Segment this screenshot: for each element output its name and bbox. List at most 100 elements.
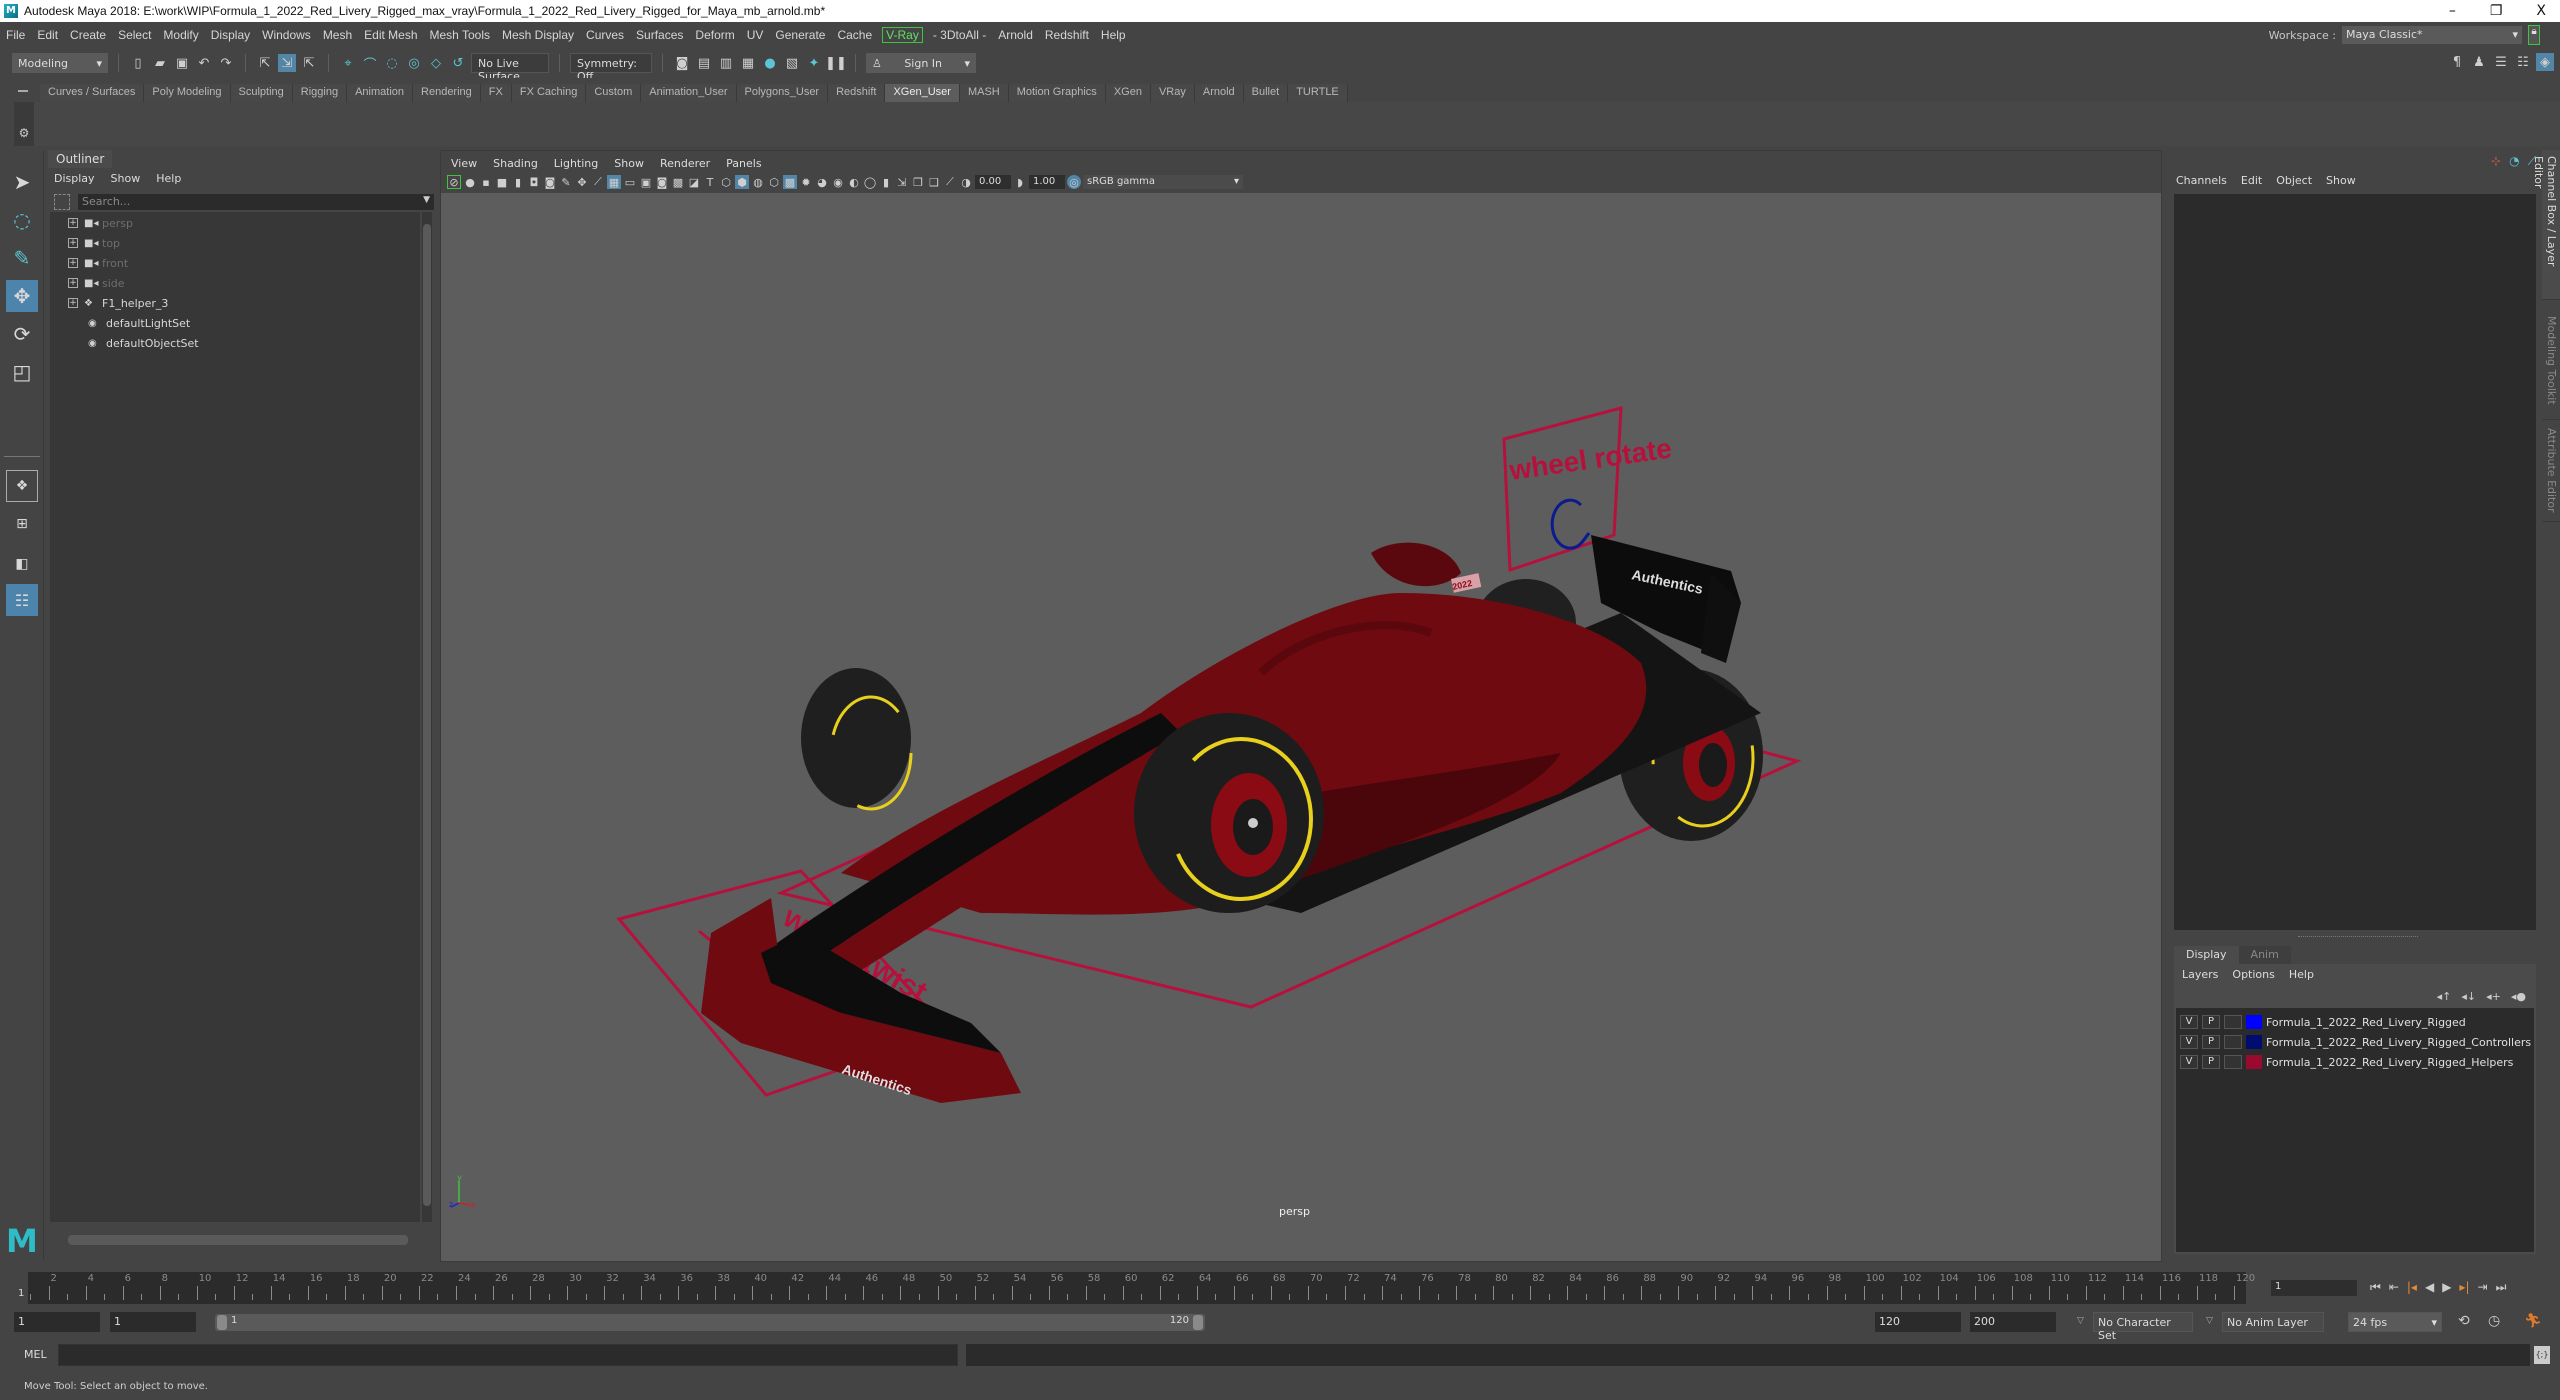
symmetry-field[interactable]: Symmetry: Off xyxy=(570,53,652,83)
select-hierarchy-icon[interactable]: ⇱ xyxy=(256,54,274,72)
pause-viewport-icon[interactable]: ❚❚ xyxy=(825,54,847,72)
bookmarks-icon[interactable]: ▪ xyxy=(479,175,493,189)
layer-playback-toggle[interactable]: P xyxy=(2202,1015,2220,1029)
exposure-icon[interactable]: ◑ xyxy=(959,175,973,189)
layer-color-swatch[interactable] xyxy=(2246,1015,2262,1029)
animation-start-field[interactable]: 1 xyxy=(14,1312,100,1332)
tab-display[interactable]: Display xyxy=(2174,946,2239,964)
workspace-dropdown[interactable]: Maya Classic* ▾ xyxy=(2342,26,2522,44)
viewport-menu-view[interactable]: View xyxy=(451,157,477,170)
menu-create[interactable]: Create xyxy=(64,28,112,42)
render-setup-icon[interactable]: ▧ xyxy=(783,54,801,72)
outliner-item[interactable]: ◉ defaultLightSet xyxy=(88,314,190,332)
shelf-tab-animation[interactable]: Animation xyxy=(347,84,414,102)
render-settings-icon[interactable]: ▦ xyxy=(739,54,757,72)
move-tool-icon[interactable]: ✥ xyxy=(6,280,38,312)
scrollbar-thumb[interactable] xyxy=(423,224,431,1206)
camera-attributes-icon[interactable]: ● xyxy=(463,175,477,189)
snap-together-icon[interactable]: ↺ xyxy=(449,54,467,72)
color-management-icon[interactable]: ◎ xyxy=(1067,175,1081,189)
animation-preferences-icon[interactable]: 🏃︎ xyxy=(2524,1313,2542,1329)
channel-box-menu-channels[interactable]: Channels xyxy=(2176,174,2227,187)
layer-display-type-toggle[interactable] xyxy=(2224,1055,2242,1069)
layer-menu-options[interactable]: Options xyxy=(2232,968,2274,981)
expand-icon[interactable]: + xyxy=(68,238,78,248)
snap-curve-icon[interactable]: ⌒ xyxy=(361,54,379,73)
expand-icon[interactable]: + xyxy=(68,298,78,308)
lock-icon[interactable]: 🔒︎ xyxy=(2528,25,2540,45)
paint-select-tool-icon[interactable]: ✎ xyxy=(6,242,38,274)
anti-aliasing-icon[interactable]: ◯ xyxy=(863,175,877,189)
speed-icon[interactable]: ◔ xyxy=(2509,154,2519,169)
outliner-horizontal-scrollbar[interactable] xyxy=(54,1234,422,1246)
outliner-menu-help[interactable]: Help xyxy=(156,172,181,185)
viewport-menu-panels[interactable]: Panels xyxy=(726,157,761,170)
shelf-tab-mash[interactable]: MASH xyxy=(959,84,1009,102)
menu-surfaces[interactable]: Surfaces xyxy=(630,28,689,42)
menu-mesh-display[interactable]: Mesh Display xyxy=(496,28,580,42)
grease-pencil-icon[interactable]: ✎ xyxy=(559,175,573,189)
select-tool-icon[interactable]: ➤ xyxy=(6,166,38,198)
select-camera-icon[interactable]: ⊘ xyxy=(447,175,461,189)
shadows-icon[interactable]: ◕ xyxy=(815,175,829,189)
attribute-editor-icon[interactable]: ☰ xyxy=(2492,53,2510,71)
step-forward-key-icon[interactable]: ▸| xyxy=(2459,1280,2469,1295)
snap-live-icon[interactable]: ◇ xyxy=(427,54,445,72)
shelf-tab-vray[interactable]: VRay xyxy=(1150,84,1195,102)
step-forward-frame-icon[interactable]: ⇥ xyxy=(2478,1280,2488,1295)
layer-visibility-toggle[interactable]: V xyxy=(2180,1055,2198,1069)
save-scene-icon[interactable]: ▣ xyxy=(173,54,191,72)
text-icon[interactable]: T xyxy=(703,175,717,189)
loop-icon[interactable]: ⟲ xyxy=(2458,1313,2470,1329)
playblast-icon[interactable]: ◙ xyxy=(543,175,557,189)
lock-camera-icon[interactable]: ▮ xyxy=(511,175,525,189)
shelf-tab-rendering[interactable]: Rendering xyxy=(413,84,481,102)
gamma-icon[interactable]: ◗ xyxy=(1013,175,1027,189)
channel-box-menu-edit[interactable]: Edit xyxy=(2241,174,2262,187)
menu-select[interactable]: Select xyxy=(112,28,157,42)
layer-playback-toggle[interactable]: P xyxy=(2202,1035,2220,1049)
layer-visibility-toggle[interactable]: V xyxy=(2180,1015,2198,1029)
outliner-item[interactable]: + ■◂ top xyxy=(68,234,120,252)
shelf-tab-custom[interactable]: Custom xyxy=(586,84,642,102)
outliner-menu-display[interactable]: Display xyxy=(54,172,95,185)
menu-deform[interactable]: Deform xyxy=(689,28,740,42)
menu-windows[interactable]: Windows xyxy=(256,28,317,42)
shelf-tab-fx[interactable]: FX xyxy=(480,84,512,102)
outliner-item[interactable]: + ❖ F1_helper_3 xyxy=(68,294,168,312)
expand-icon[interactable]: + xyxy=(68,278,78,288)
view-transform-dropdown[interactable]: sRGB gamma ▾ xyxy=(1083,175,1243,189)
shelf-tab-polygons-user[interactable]: Polygons_User xyxy=(736,84,829,102)
depth-of-field-icon[interactable]: ▮ xyxy=(879,175,893,189)
open-scene-icon[interactable]: ▰ xyxy=(151,54,169,72)
minimize-button[interactable]: – xyxy=(2449,3,2456,19)
tab-modeling-toolkit[interactable]: Modeling Toolkit xyxy=(2542,310,2560,420)
layer-name[interactable]: Formula_1_2022_Red_Livery_Rigged xyxy=(2266,1016,2466,1029)
play-backward-icon[interactable]: ◀ xyxy=(2425,1280,2434,1295)
shelf-tab-redshift[interactable]: Redshift xyxy=(828,84,886,102)
outliner-item[interactable]: + ■◂ side xyxy=(68,274,125,292)
shelf-tab-motion-graphics[interactable]: Motion Graphics xyxy=(1008,84,1106,102)
step-back-frame-icon[interactable]: ⇤ xyxy=(2389,1280,2399,1295)
animation-end-field[interactable]: 200 xyxy=(1970,1312,2056,1332)
move-layer-up-icon[interactable]: ◂↑ xyxy=(2437,990,2452,1003)
textured-icon[interactable]: ▩ xyxy=(783,175,797,189)
image-plane-icon[interactable]: ■ xyxy=(495,175,509,189)
outliner-item[interactable]: ◉ defaultObjectSet xyxy=(88,334,199,352)
four-view-layout-icon[interactable]: ⊞ xyxy=(6,508,38,540)
current-time-marker[interactable]: 1 xyxy=(16,1272,28,1304)
layer-row[interactable]: V P Formula_1_2022_Red_Livery_Rigged xyxy=(2180,1012,2466,1032)
new-layer-from-selection-icon[interactable]: ◂● xyxy=(2511,990,2526,1003)
snapshot-icon[interactable]: ◘ xyxy=(527,175,541,189)
playback-start-field[interactable]: 1 xyxy=(110,1312,196,1332)
use-lights-icon[interactable]: ✹ xyxy=(799,175,813,189)
menu-redshift[interactable]: Redshift xyxy=(1039,28,1095,42)
tool-settings-icon[interactable]: ☷ xyxy=(2514,53,2532,71)
ipr-render-icon[interactable]: ▥ xyxy=(717,54,735,72)
menu-mesh[interactable]: Mesh xyxy=(317,28,358,42)
select-component-icon[interactable]: ⇱ xyxy=(300,54,318,72)
tab-attribute-editor[interactable]: Attribute Editor xyxy=(2542,422,2560,522)
layer-color-swatch[interactable] xyxy=(2246,1055,2262,1069)
fps-dropdown[interactable]: 24 fps ▾ xyxy=(2348,1312,2442,1332)
wireframe-icon[interactable]: ⬡ xyxy=(719,175,733,189)
